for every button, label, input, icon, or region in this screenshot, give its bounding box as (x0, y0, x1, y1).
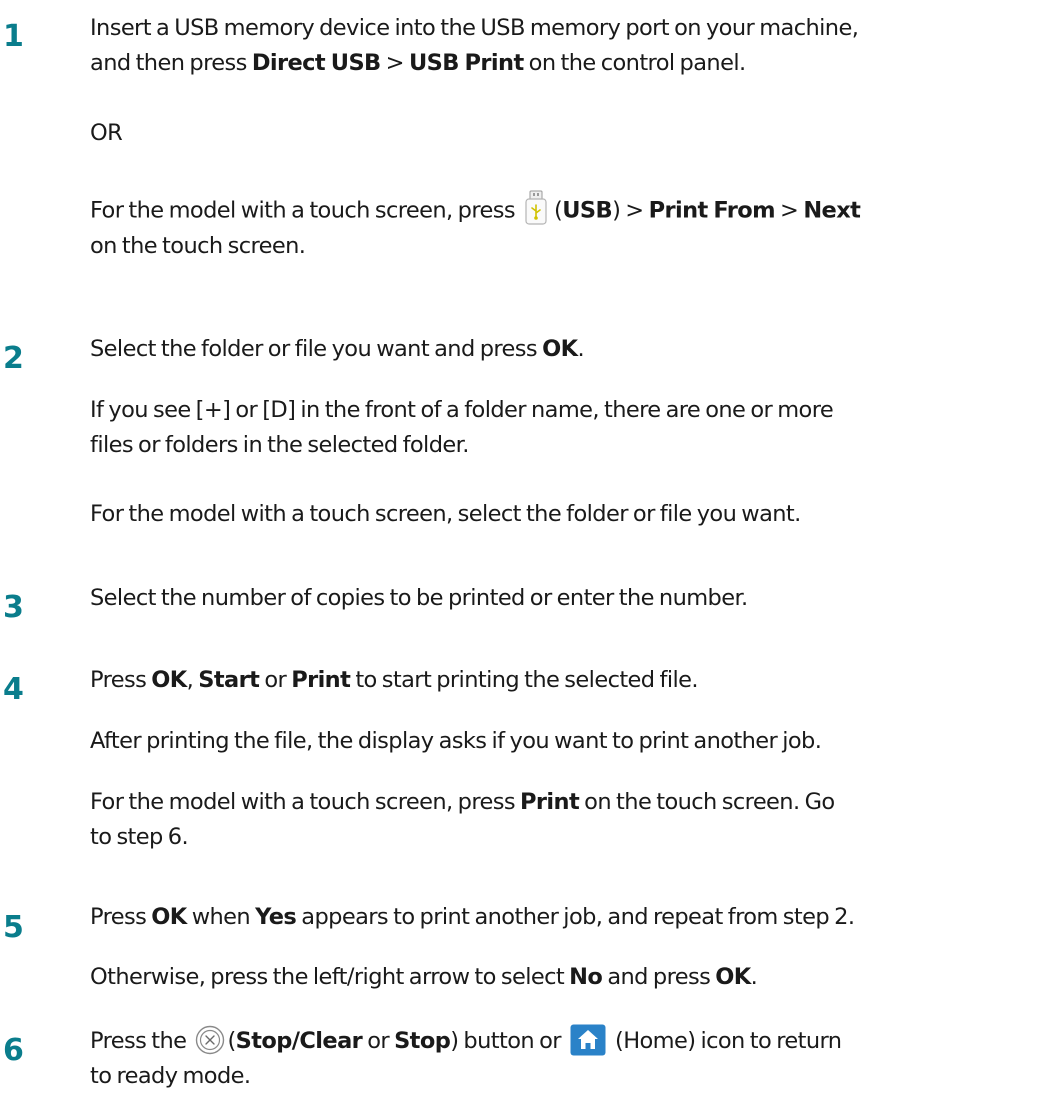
step-2-touch-instruction: For the model with a touch screen, selec… (90, 501, 801, 527)
home-icon (570, 1024, 606, 1056)
usb-drive-icon (524, 190, 548, 226)
step-2-instruction: Select the folder or file you want and p… (90, 336, 585, 362)
step-5-note: Otherwise, press the left/right arrow to… (90, 964, 758, 990)
step-5-instruction: Press OK when Yes appears to print anoth… (90, 904, 855, 930)
step-6-instruction: Press the (Stop/Clear or Stop) button or… (90, 1024, 1042, 1094)
step-4-instruction: Press OK, Start or Print to start printi… (90, 667, 699, 693)
step-1-or: OR (90, 120, 123, 146)
step-2-note: If you see [+] or [D] in the front of a … (90, 397, 834, 458)
step-number: 3 (3, 590, 24, 625)
step-number: 6 (3, 1033, 24, 1068)
step-number: 1 (3, 19, 24, 54)
step-4-touch-instruction: For the model with a touch screen, press… (90, 789, 835, 850)
step-number: 5 (3, 910, 24, 945)
step-1-instruction: Insert a USB memory device into the USB … (90, 15, 859, 76)
step-4-note: After printing the file, the display ask… (90, 728, 822, 754)
step-3-instruction: Select the number of copies to be printe… (90, 585, 748, 611)
step-number: 2 (3, 341, 24, 376)
stop-clear-icon (195, 1025, 225, 1055)
step-number: 4 (3, 672, 24, 707)
step-1-touch-instruction: For the model with a touch screen, press… (90, 190, 1042, 264)
